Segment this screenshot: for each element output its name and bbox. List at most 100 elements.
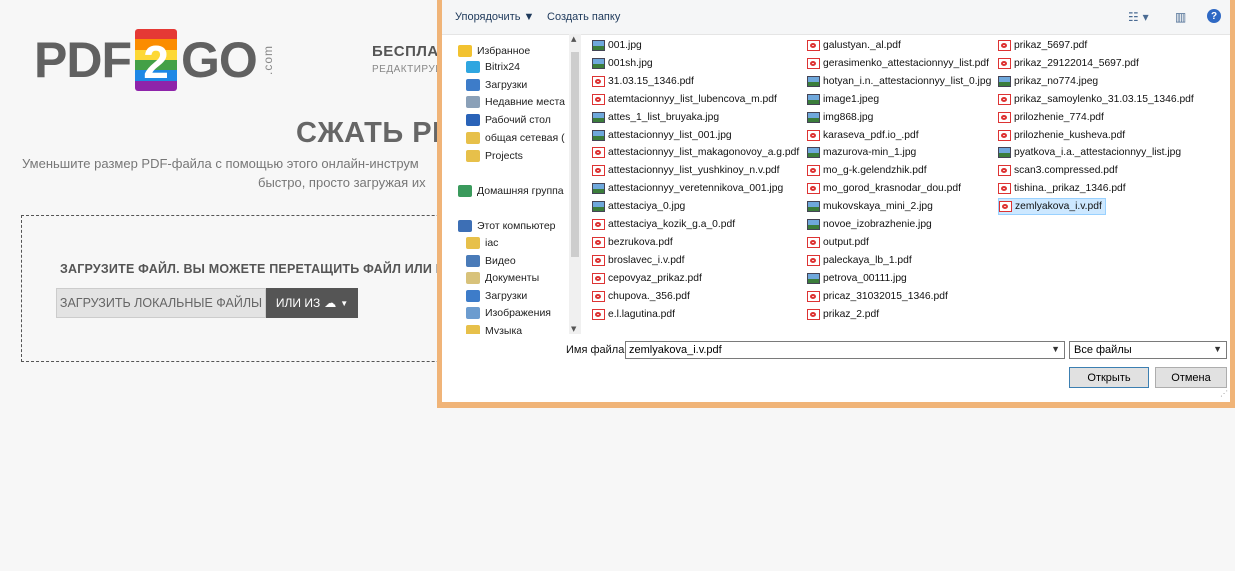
file-item[interactable]: atemtacionnyy_list_lubencova_m.pdf	[592, 91, 777, 108]
nav-item[interactable]: Загрузки	[466, 76, 527, 94]
recent-places-icon	[466, 96, 480, 108]
nav-item[interactable]: Недавние места	[466, 93, 565, 111]
nav-item[interactable]: Загрузки	[466, 287, 527, 305]
nav-item[interactable]: Домашняя группа	[458, 182, 564, 200]
nav-item[interactable]: Музыка	[466, 322, 522, 334]
image-file-icon	[592, 183, 605, 195]
file-open-dialog: Упорядочить ▼ Создать папку ☷ ▾ ▥ ? Избр…	[437, 0, 1235, 408]
open-button[interactable]: Открыть	[1069, 367, 1149, 388]
file-item[interactable]: attestacionnyy_list_yushkinoy_n.v.pdf	[592, 162, 780, 179]
file-item[interactable]: attestacionnyy_veretennikova_001.jpg	[592, 180, 783, 197]
file-name: attestacionnyy_list_yushkinoy_n.v.pdf	[608, 165, 780, 177]
cancel-button[interactable]: Отмена	[1155, 367, 1227, 388]
pdf-file-icon	[807, 165, 820, 177]
file-item[interactable]: zemlyakova_i.v.pdf	[998, 198, 1106, 216]
file-item[interactable]: mo_g-k.gelendzhik.pdf	[807, 162, 927, 179]
file-item[interactable]: scan3.compressed.pdf	[998, 162, 1118, 179]
nav-item[interactable]: Видео	[466, 252, 516, 270]
file-item[interactable]: attestacionnyy_list_makagonovoy_a.g.pdf	[592, 144, 799, 161]
file-item[interactable]: 001sh.jpg	[592, 55, 653, 72]
pdf-file-icon	[807, 129, 820, 141]
file-item[interactable]: prilozhenie_774.pdf	[998, 109, 1104, 126]
cloud-icon: ☁	[324, 296, 337, 310]
file-item[interactable]: galustyan._al.pdf	[807, 37, 901, 54]
file-type-filter[interactable]: Все файлы ▼	[1069, 341, 1227, 359]
nav-item[interactable]: Projects	[466, 147, 523, 165]
file-item[interactable]: attestaciya_0.jpg	[592, 198, 685, 215]
file-item[interactable]: 001.jpg	[592, 37, 642, 54]
file-item[interactable]: prikaz_29122014_5697.pdf	[998, 55, 1139, 72]
nav-item-label: Изображения	[485, 307, 551, 319]
nav-item-label: Документы	[485, 272, 540, 284]
file-item[interactable]: prikaz_2.pdf	[807, 306, 879, 323]
upload-local-files-button[interactable]: ЗАГРУЗИТЬ ЛОКАЛЬНЫЕ ФАЙЛЫ	[56, 288, 266, 318]
file-name: 001sh.jpg	[608, 57, 653, 69]
nav-item[interactable]: iac	[466, 234, 498, 252]
file-item[interactable]: novoe_izobrazhenie.jpg	[807, 216, 932, 233]
file-item[interactable]: petrova_00111.jpg	[807, 270, 907, 287]
chevron-down-icon[interactable]: ▼	[1213, 344, 1222, 354]
nav-item-label: Избранное	[477, 45, 531, 57]
file-item[interactable]: prikaz_no774.jpeg	[998, 73, 1098, 90]
pdf-file-icon	[998, 129, 1011, 141]
nav-item-label: Недавние места	[485, 96, 565, 108]
nav-item[interactable]: Изображения	[466, 304, 551, 322]
nav-item[interactable]: общая сетевая (	[466, 129, 565, 147]
nav-item[interactable]: Рабочий стол	[466, 111, 551, 129]
chevron-down-icon[interactable]: ▼	[1051, 344, 1060, 354]
help-icon[interactable]: ?	[1207, 9, 1221, 23]
file-item[interactable]: img868.jpg	[807, 109, 873, 126]
nav-item[interactable]: Документы	[466, 269, 539, 287]
file-item[interactable]: attes_1_list_bruyaka.jpg	[592, 109, 719, 126]
file-item[interactable]: chupova._356.pdf	[592, 288, 690, 305]
file-item[interactable]: pricaz_31032015_1346.pdf	[807, 288, 948, 305]
new-folder-button[interactable]: Создать папку	[547, 11, 620, 23]
file-item[interactable]: gerasimenko_attestacionnyy_list.pdf	[807, 55, 989, 72]
file-item[interactable]: mo_gorod_krasnodar_dou.pdf	[807, 180, 961, 197]
file-item[interactable]: attestacionnyy_list_001.jpg	[592, 127, 732, 144]
file-item[interactable]: prikaz_samoylenko_31.03.15_1346.pdf	[998, 91, 1194, 108]
pdf2go-logo[interactable]: PDF 2 GO .com	[34, 29, 275, 91]
file-item[interactable]: prikaz_5697.pdf	[998, 37, 1087, 54]
navigation-scrollbar[interactable]: ▲ ▼	[569, 34, 581, 334]
pdf-file-icon	[592, 290, 605, 302]
pdf-file-icon	[807, 236, 820, 248]
file-item[interactable]: e.l.lagutina.pdf	[592, 306, 675, 323]
file-item[interactable]: mazurova-min_1.jpg	[807, 144, 916, 161]
scrollbar-thumb[interactable]	[571, 52, 579, 257]
file-item[interactable]: cepovyaz_prikaz.pdf	[592, 270, 702, 287]
file-item[interactable]: image1.jpeg	[807, 91, 879, 108]
file-item[interactable]: pyatkova_i.a._attestacionnyy_list.jpg	[998, 144, 1181, 161]
nav-item-label: общая сетевая (	[485, 132, 565, 144]
pdf-file-icon	[998, 165, 1011, 177]
file-item[interactable]: 31.03.15_1346.pdf	[592, 73, 694, 90]
file-item[interactable]: attestaciya_kozik_g.a_0.pdf	[592, 216, 735, 233]
file-item[interactable]: paleckaya_lb_1.pdf	[807, 252, 912, 269]
file-item[interactable]: output.pdf	[807, 234, 869, 251]
file-item[interactable]: mukovskaya_mini_2.jpg	[807, 198, 933, 215]
file-item[interactable]: bezrukova.pdf	[592, 234, 673, 251]
scroll-down-icon[interactable]: ▼	[571, 325, 576, 333]
resize-grip-icon[interactable]: ⋰	[1220, 389, 1228, 398]
image-file-icon	[592, 111, 605, 123]
file-list: 001.jpg 001sh.jpg 31.03.15_1346.pdf atemtac…	[592, 37, 1230, 327]
nav-item[interactable]: Этот компьютер	[458, 217, 556, 235]
file-item[interactable]: prilozhenie_kusheva.pdf	[998, 127, 1125, 144]
file-name: attestacionnyy_list_makagonovoy_a.g.pdf	[608, 147, 800, 159]
organize-menu[interactable]: Упорядочить ▼	[455, 11, 534, 23]
file-name: hotyan_i.n._attestacionnyy_list_0.jpg	[823, 75, 992, 87]
file-item[interactable]: tishina._prikaz_1346.pdf	[998, 180, 1126, 197]
filename-input[interactable]: zemlyakova_i.v.pdf ▼	[625, 341, 1065, 359]
nav-item[interactable]: Bitrix24	[466, 58, 520, 76]
pdf-file-icon	[807, 308, 820, 320]
preview-pane-icon[interactable]: ▥	[1175, 10, 1186, 24]
scroll-up-icon[interactable]: ▲	[571, 35, 576, 43]
file-item[interactable]: broslavec_i.v.pdf	[592, 252, 685, 269]
file-name: bezrukova.pdf	[608, 236, 673, 248]
file-item[interactable]: karaseva_pdf.io_.pdf	[807, 127, 919, 144]
view-options-icon[interactable]: ☷ ▾	[1128, 10, 1149, 24]
file-name: output.pdf	[823, 236, 869, 248]
upload-from-cloud-button[interactable]: ИЛИ ИЗ ☁ ▼	[266, 288, 358, 318]
file-item[interactable]: hotyan_i.n._attestacionnyy_list_0.jpg	[807, 73, 991, 90]
computer-icon	[458, 220, 472, 232]
